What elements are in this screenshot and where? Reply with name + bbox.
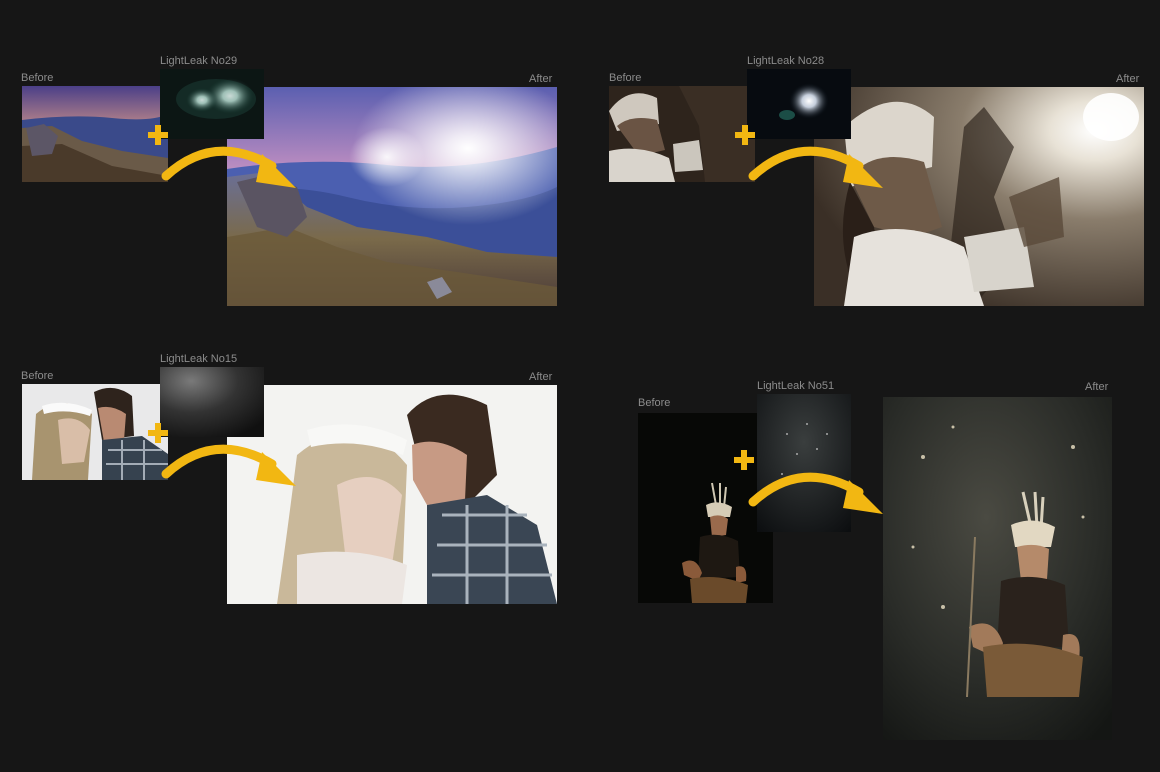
before-image-beanie-woman: [609, 86, 755, 182]
after-label: After: [1116, 73, 1140, 85]
after-image-couple: [227, 385, 557, 604]
curved-arrow-icon: [161, 146, 296, 188]
overlay-label: LightLeak No29: [160, 55, 238, 67]
overlay-label: LightLeak No15: [160, 353, 238, 365]
before-label: Before: [638, 397, 671, 409]
before-label: Before: [609, 72, 642, 84]
before-label: Before: [21, 72, 54, 84]
before-label: Before: [21, 370, 54, 382]
after-image-mountain: [227, 87, 557, 306]
overlay-label: LightLeak No51: [757, 380, 835, 392]
after-label: After: [529, 73, 553, 85]
after-image-headdress-woman: [883, 397, 1112, 740]
overlay-image-lightleak-15: [160, 367, 264, 437]
after-label: After: [529, 371, 553, 383]
after-image-beanie-woman: [814, 87, 1144, 306]
overlay-label: LightLeak No28: [747, 55, 825, 67]
curved-arrow-icon: [748, 146, 883, 188]
overlay-image-lightleak-29: [160, 69, 264, 139]
overlay-image-lightleak-28: [747, 69, 851, 139]
before-image-couple: [22, 384, 168, 480]
curved-arrow-icon: [161, 444, 296, 486]
curved-arrow-icon: [748, 472, 883, 514]
after-label: After: [1085, 381, 1109, 393]
before-image-mountain: [22, 86, 168, 182]
